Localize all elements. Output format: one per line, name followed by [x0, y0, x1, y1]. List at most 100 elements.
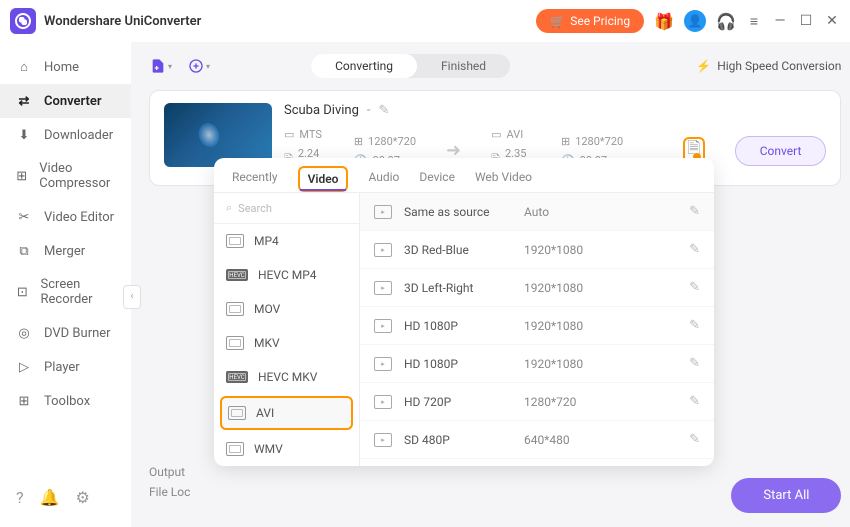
close-button[interactable]: ✕ — [824, 13, 840, 29]
sidebar-item-label: Toolbox — [44, 394, 90, 409]
account-button[interactable]: 👤 — [684, 10, 706, 32]
preset-row[interactable]: ▸HD 1080P1920*1080✎ — [360, 345, 714, 383]
sidebar-item-screen-recorder[interactable]: ⊡ Screen Recorder — [0, 268, 131, 316]
sidebar-item-label: Screen Recorder — [41, 277, 115, 307]
format-mkv[interactable]: MKV — [214, 326, 359, 360]
menu-icon[interactable]: ≡ — [746, 13, 762, 29]
preset-row[interactable]: ▸HD 720P1280*720✎ — [360, 383, 714, 421]
chevron-down-icon: ▾ — [168, 62, 172, 71]
convert-button[interactable]: Convert — [735, 136, 827, 166]
preset-name: SD 480P — [404, 433, 524, 447]
see-pricing-button[interactable]: 🛒 See Pricing — [536, 9, 644, 33]
sidebar-item-label: Home — [44, 60, 79, 75]
tab-converting[interactable]: Converting — [311, 54, 417, 78]
sidebar-item-video-editor[interactable]: ✂ Video Editor — [0, 200, 131, 234]
user-icon: 👤 — [688, 14, 703, 28]
preset-row[interactable]: ▸3D Red-Blue1920*1080✎ — [360, 231, 714, 269]
format-box-icon — [226, 336, 244, 350]
cart-icon: 🛒 — [550, 14, 565, 28]
sidebar-item-label: Video Editor — [44, 210, 114, 225]
add-file-button[interactable]: ▾ — [149, 54, 173, 78]
preset-row[interactable]: ▸HD 1080P1920*1080✎ — [360, 307, 714, 345]
player-icon: ▷ — [16, 359, 32, 375]
resolution-icon: ⊞ — [561, 135, 570, 148]
dd-tab-device[interactable]: Device — [419, 170, 455, 192]
preset-resolution: 1280*720 — [524, 395, 689, 409]
app-logo-icon — [10, 8, 36, 34]
format-hevc-mp4[interactable]: HEVCHEVC MP4 — [214, 258, 359, 292]
help-icon[interactable]: ? — [16, 488, 24, 507]
format-box-icon — [226, 302, 244, 316]
preset-name: 3D Left-Right — [404, 281, 524, 295]
gift-icon[interactable]: 🎁 — [654, 12, 674, 31]
sidebar-item-label: Video Compressor — [39, 161, 115, 191]
download-icon: ⬇ — [16, 127, 32, 143]
dd-tab-recently[interactable]: Recently — [232, 170, 278, 192]
dropdown-tabs: Recently Video Audio Device Web Video — [214, 158, 714, 192]
maximize-button[interactable]: ☐ — [798, 13, 814, 29]
format-list: ⌕Search MP4 HEVCHEVC MP4 MOV MKV HEVCHEV… — [214, 193, 360, 466]
edit-title-icon[interactable]: ✎ — [379, 103, 390, 118]
preset-row[interactable]: ▸SD 480P640*480✎ — [360, 421, 714, 459]
sidebar-item-dvd-burner[interactable]: ◎DVD Burner — [0, 316, 131, 350]
sidebar-item-toolbox[interactable]: ⊞Toolbox — [0, 384, 131, 418]
play-box-icon: ▸ — [374, 205, 392, 219]
format-hevc-mkv[interactable]: HEVC HEVC MKV — [214, 360, 359, 394]
preset-row[interactable]: ▸Same as sourceAuto✎ — [360, 193, 714, 231]
format-avi[interactable]: AVI — [220, 396, 353, 430]
preset-resolution: 1920*1080 — [524, 357, 689, 371]
edit-preset-icon[interactable]: ✎ — [689, 432, 700, 447]
hevc-icon: HEVC — [226, 371, 248, 383]
edit-preset-icon[interactable]: ✎ — [689, 356, 700, 371]
format-label: MOV — [254, 302, 280, 316]
sidebar-item-merger[interactable]: ⧉Merger — [0, 234, 131, 268]
format-wmv[interactable]: WMV — [214, 432, 359, 466]
home-icon: ⌂ — [16, 59, 32, 75]
preset-resolution: 1920*1080 — [524, 281, 689, 295]
play-box-icon: ▸ — [374, 281, 392, 295]
sidebar: ⌂ Home ⇄Converter ⬇Downloader ⊞Video Comp… — [0, 42, 131, 527]
sidebar-item-downloader[interactable]: ⬇Downloader — [0, 118, 131, 152]
dd-tab-video[interactable]: Video — [298, 166, 349, 192]
edit-preset-icon[interactable]: ✎ — [689, 394, 700, 409]
search-icon: ⌕ — [226, 201, 232, 215]
preset-name: Same as source — [404, 205, 524, 219]
bell-icon[interactable]: 🔔 — [40, 488, 60, 507]
sidebar-item-home[interactable]: ⌂ Home — [0, 50, 131, 84]
format-search[interactable]: ⌕Search — [214, 193, 359, 224]
preset-name: HD 1080P — [404, 319, 524, 333]
preset-resolution: 1920*1080 — [524, 243, 689, 257]
src-resolution: 1280*720 — [368, 135, 416, 148]
sidebar-item-video-compressor[interactable]: ⊞Video Compressor — [0, 152, 131, 200]
format-box-icon — [226, 442, 244, 456]
play-box-icon: ▸ — [374, 433, 392, 447]
sidebar-item-player[interactable]: ▷Player — [0, 350, 131, 384]
dst-format: AVI — [507, 128, 524, 141]
minimize-button[interactable]: — — [772, 13, 788, 29]
edit-preset-icon[interactable]: ✎ — [689, 242, 700, 257]
format-label: HEVC MKV — [258, 370, 317, 384]
lightning-icon: ⚡ — [696, 59, 711, 73]
format-label: MP4 — [254, 234, 279, 248]
recorder-icon: ⊡ — [16, 284, 29, 300]
support-icon[interactable]: 🎧 — [716, 12, 736, 31]
src-format: MTS — [299, 128, 321, 141]
editor-icon: ✂ — [16, 209, 32, 225]
edit-preset-icon[interactable]: ✎ — [689, 280, 700, 295]
preset-row[interactable]: ▸ 3D Left-Right1920*1080✎ — [360, 269, 714, 307]
sidebar-item-converter[interactable]: ⇄Converter — [0, 84, 131, 118]
tab-finished[interactable]: Finished — [417, 54, 510, 78]
dd-tab-audio[interactable]: Audio — [368, 170, 399, 192]
format-mov[interactable]: MOV — [214, 292, 359, 326]
preset-name: HD 1080P — [404, 357, 524, 371]
high-speed-toggle[interactable]: ⚡High Speed Conversion — [696, 59, 841, 73]
format-label: AVI — [256, 406, 274, 420]
dd-tab-web-video[interactable]: Web Video — [475, 170, 532, 192]
settings-icon[interactable]: ⚙ — [75, 488, 89, 507]
format-mp4[interactable]: MP4 — [214, 224, 359, 258]
add-url-button[interactable]: ▾ — [187, 54, 211, 78]
start-all-button[interactable]: Start All — [731, 478, 841, 513]
edit-preset-icon[interactable]: ✎ — [689, 318, 700, 333]
preset-name: HD 720P — [404, 395, 524, 409]
edit-preset-icon[interactable]: ✎ — [689, 204, 700, 219]
